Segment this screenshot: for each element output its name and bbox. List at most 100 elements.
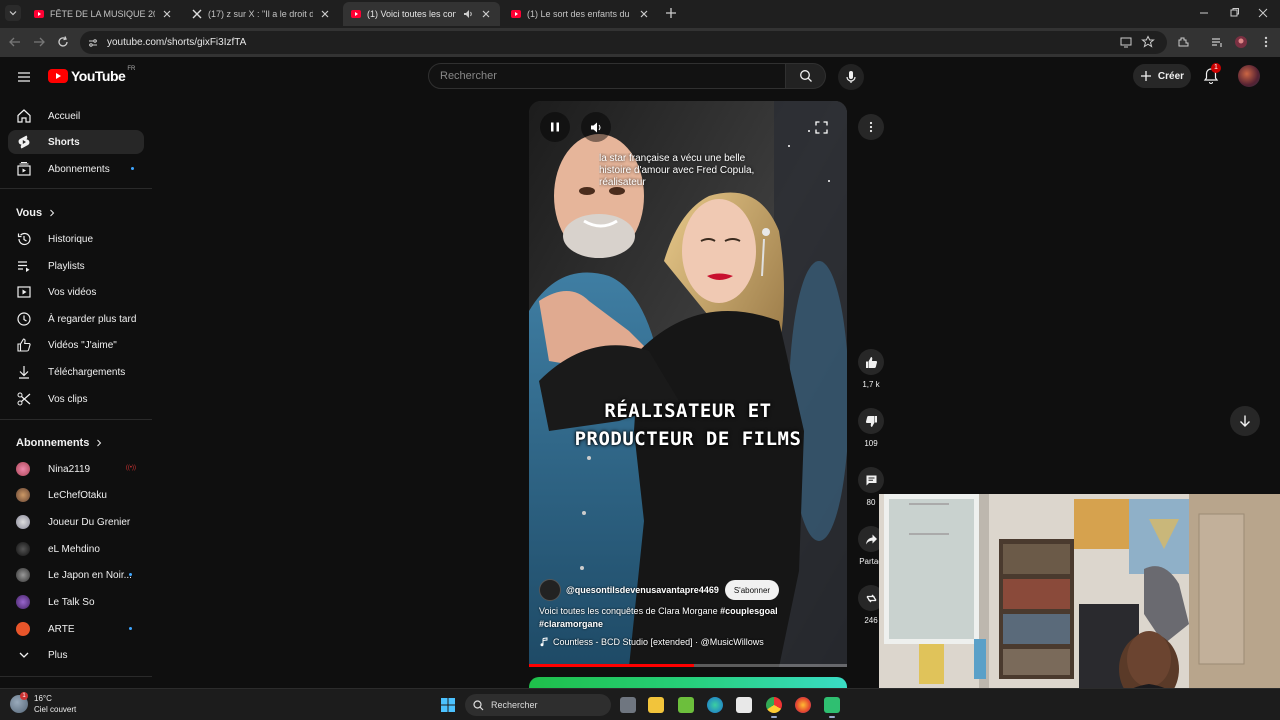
sidebar-channel-arte[interactable]: ARTE (8, 617, 144, 641)
sidebar-item-subscriptions[interactable]: Abonnements (8, 157, 144, 181)
sidebar-channel-joueur-du-grenier[interactable]: Joueur Du Grenier (8, 510, 144, 534)
forward-arrow-icon[interactable] (32, 35, 46, 49)
next-short-button[interactable] (1230, 406, 1260, 436)
search-input[interactable]: Rechercher (428, 63, 786, 89)
close-tab-icon[interactable] (319, 8, 331, 20)
minimize-icon[interactable] (1198, 7, 1210, 19)
shorts-video-player[interactable]: la star française a vécu une belle histo… (529, 101, 847, 667)
profile-avatar-icon[interactable] (1234, 35, 1248, 49)
pause-icon (551, 122, 559, 132)
subscribe-button[interactable]: S'abonner (724, 580, 780, 600)
sidebar-item-playlists[interactable]: Playlists (8, 254, 144, 278)
temperature: 16°C (34, 694, 52, 703)
new-content-dot (131, 167, 134, 170)
tab-search-button[interactable] (5, 5, 21, 21)
browser-tab-4[interactable]: (1) Le sort des enfants du djihar (503, 2, 658, 26)
tab-title: (1) Le sort des enfants du djihar (527, 9, 632, 19)
microsoft-store-icon[interactable] (736, 697, 752, 713)
comments-button[interactable] (858, 467, 884, 493)
short-title[interactable]: Voici toutes les conquêtes de Clara Morg… (539, 605, 839, 631)
clips-icon (16, 391, 32, 407)
sidebar-item-shorts[interactable]: Shorts (8, 130, 144, 154)
browser-tab-3-active[interactable]: (1) Voici toutes les conquêt (343, 2, 500, 26)
nvidia-icon[interactable] (678, 697, 694, 713)
channel-avatar (16, 542, 30, 556)
browser-tab-bar: FÊTE DE LA MUSIQUE 2025 - Yo (17) z sur … (0, 0, 1280, 28)
sidebar-item-your-videos[interactable]: Vos vidéos (8, 280, 144, 304)
more-options-button[interactable] (858, 114, 884, 140)
youtube-logo[interactable]: YouTube FR (48, 66, 135, 84)
video-progress-fill (529, 664, 695, 667)
sidebar-item-liked-videos[interactable]: Vidéos "J'aime" (8, 333, 144, 357)
tab-title: (1) Voici toutes les conquêt (367, 9, 456, 19)
hashtag-link[interactable]: #couplesgoal (720, 606, 778, 616)
weather-widget[interactable]: 1 16°C Ciel couvert (10, 692, 76, 715)
sidebar-item-downloads[interactable]: Téléchargements (8, 360, 144, 384)
media-controls-icon[interactable] (1210, 35, 1224, 49)
bookmark-star-icon[interactable] (1141, 35, 1155, 49)
section-you-header[interactable]: Vous (16, 207, 56, 219)
address-bar[interactable]: youtube.com/shorts/gixFi3IzfTA (80, 31, 1167, 54)
reload-icon[interactable] (56, 35, 70, 49)
close-window-icon[interactable] (1257, 7, 1269, 19)
notifications-bell-icon[interactable]: 1 (1203, 63, 1221, 85)
windows-taskbar: 1 16°C Ciel couvert Rechercher (0, 688, 1280, 720)
hashtag-link[interactable]: #claramorgane (539, 619, 603, 629)
music-attribution[interactable]: Countless - BCD Studio [extended] · @Mus… (539, 637, 764, 647)
x-icon (192, 9, 202, 19)
dislike-button[interactable] (858, 408, 884, 434)
streaming-app-icon[interactable] (824, 697, 840, 718)
chrome-browser-icon[interactable] (766, 697, 782, 718)
sidebar-item-clips[interactable]: Vos clips (8, 387, 144, 411)
share-icon (865, 534, 877, 544)
sidebar-item-watch-later[interactable]: À regarder plus tard (8, 307, 144, 331)
task-view-icon[interactable] (620, 697, 636, 713)
sidebar-item-home[interactable]: Accueil (8, 104, 144, 128)
cast-icon[interactable] (1119, 35, 1133, 49)
video-progress-bar[interactable] (529, 664, 847, 667)
speaker-icon[interactable] (462, 8, 474, 20)
dislike-action[interactable]: 109 (858, 408, 884, 448)
volume-button[interactable] (581, 112, 611, 142)
kebab-menu-icon[interactable] (1259, 35, 1273, 49)
extensions-icon[interactable] (1176, 35, 1190, 49)
hamburger-menu-icon[interactable] (16, 69, 32, 85)
pause-button[interactable] (540, 112, 570, 142)
close-tab-icon[interactable] (638, 8, 650, 20)
taskbar-search[interactable]: Rechercher (465, 694, 611, 716)
sidebar-show-more[interactable]: Plus (8, 643, 144, 667)
sidebar-channel-le-talk-so[interactable]: Le Talk So (8, 590, 144, 614)
webcam-image (879, 494, 1280, 720)
sidebar-channel-nina2119[interactable]: Nina2119 ((•)) (8, 457, 144, 481)
new-tab-plus-icon[interactable] (664, 6, 678, 20)
close-tab-icon[interactable] (480, 8, 492, 20)
edge-browser-icon[interactable] (707, 697, 723, 713)
sidebar-channel-le-japon-en-noir[interactable]: Le Japon en Noir... (8, 563, 144, 587)
kebab-menu-icon (869, 121, 873, 133)
account-avatar[interactable] (1238, 65, 1260, 87)
site-settings-icon[interactable] (88, 38, 98, 48)
sidebar-item-history[interactable]: Historique (8, 227, 144, 251)
restore-icon[interactable] (1228, 7, 1240, 19)
section-subscriptions-header[interactable]: Abonnements (16, 437, 103, 449)
firefox-icon[interactable] (795, 697, 811, 713)
back-arrow-icon[interactable] (8, 35, 22, 49)
video-caption: RÉALISATEUR ET PRODUCTEUR DE FILMS (574, 400, 802, 450)
channel-name[interactable]: @quesontilsdevenusavantapre4469 (566, 585, 719, 595)
create-button[interactable]: Créer (1133, 64, 1191, 88)
browser-tab-1[interactable]: FÊTE DE LA MUSIQUE 2025 - Yo (26, 2, 181, 26)
fullscreen-button[interactable] (806, 112, 836, 142)
notification-badge: 1 (1211, 63, 1221, 73)
sidebar-channel-lechefotaku[interactable]: LeChefOtaku (8, 483, 144, 507)
browser-tab-2[interactable]: (17) z sur X : "Il a le droit de fai (184, 2, 339, 26)
windows-start-icon[interactable] (440, 697, 456, 713)
channel-avatar[interactable] (539, 579, 561, 601)
channel-avatar (16, 622, 30, 636)
like-button[interactable] (858, 349, 884, 375)
file-explorer-icon[interactable] (648, 697, 664, 713)
like-action[interactable]: 1,7 k (858, 349, 884, 389)
sidebar-channel-el-mehdino[interactable]: eL Mehdino (8, 537, 144, 561)
close-tab-icon[interactable] (161, 8, 173, 20)
search-button[interactable] (786, 63, 826, 89)
voice-search-button[interactable] (838, 64, 864, 90)
